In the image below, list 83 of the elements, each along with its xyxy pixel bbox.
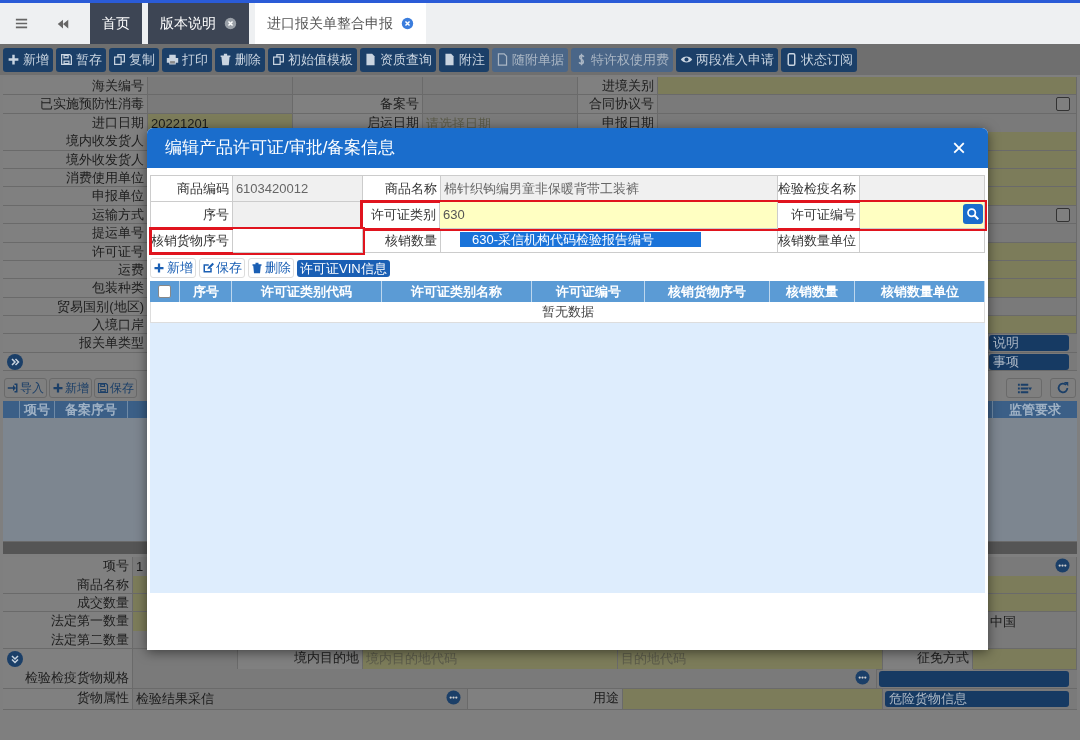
tab[interactable]: 首页 xyxy=(90,3,142,44)
tab[interactable]: 进口报关单整合申报 xyxy=(255,3,426,44)
eye-icon xyxy=(680,53,693,66)
dropdown-option[interactable]: 630-采信机构代码检验报告编号 xyxy=(460,232,701,247)
toolbar-button[interactable]: 许可证VIN信息 xyxy=(297,259,390,277)
input-field[interactable] xyxy=(623,689,883,710)
input-field[interactable] xyxy=(658,95,1077,114)
form-label: 境内收发货人 xyxy=(3,132,148,151)
toolbar-button[interactable]: 两段准入申请 xyxy=(676,47,778,72)
input-field[interactable]: 630 xyxy=(440,202,778,229)
button[interactable] xyxy=(879,670,1069,687)
form-label: 商品编码 xyxy=(151,176,233,202)
toolbar-button[interactable]: 初始值模板 xyxy=(268,47,357,72)
edit-icon xyxy=(202,262,214,274)
form-label: 提运单号 xyxy=(3,224,148,243)
save-icon xyxy=(60,53,73,66)
collapse-toggle-icon[interactable] xyxy=(7,650,23,667)
close-button[interactable]: × xyxy=(952,136,966,160)
form-label: 核销数量 xyxy=(363,229,441,253)
form-label: 进境关别 xyxy=(578,77,658,96)
toolbar-button[interactable]: 删除 xyxy=(248,258,294,278)
form-label: 用途 xyxy=(468,689,623,710)
trash-icon xyxy=(251,262,263,274)
form-label: 序号 xyxy=(151,202,233,229)
form-label: 备案号 xyxy=(293,95,423,114)
form-label: 检验检疫货物规格 xyxy=(3,669,133,690)
import-icon xyxy=(7,382,19,395)
form-label: 货物属性 xyxy=(3,689,133,710)
button[interactable]: 说明 xyxy=(989,335,1069,352)
form-label: 已实施预防性消毒 xyxy=(3,95,148,114)
input-field[interactable] xyxy=(133,669,877,690)
phone-icon xyxy=(785,53,798,66)
copy-icon xyxy=(272,53,285,66)
document-icon xyxy=(496,53,509,66)
form-label: 报关单类型 xyxy=(3,334,148,353)
list-view-button[interactable] xyxy=(1006,378,1042,399)
checkbox[interactable] xyxy=(1056,97,1070,112)
input-field[interactable]: 中国 xyxy=(987,612,1077,633)
search-icon xyxy=(966,207,980,221)
toolbar-button[interactable]: 新增 xyxy=(150,258,196,278)
toolbar-button[interactable]: 打印 xyxy=(162,47,212,72)
toolbar-button[interactable]: 资质查询 xyxy=(360,47,436,72)
input-field[interactable]: 检验结果采信 xyxy=(133,689,468,710)
form-label: 入境口岸 xyxy=(3,316,148,335)
plus-icon xyxy=(52,382,64,395)
document-icon xyxy=(443,53,456,66)
input-field[interactable] xyxy=(658,77,1077,96)
toolbar-button[interactable]: 删除 xyxy=(215,47,265,72)
expand-toggle-icon[interactable] xyxy=(7,353,23,370)
input-field[interactable] xyxy=(973,649,1077,670)
checkbox[interactable] xyxy=(158,285,171,298)
toolbar-button[interactable]: 暂存 xyxy=(56,47,106,72)
form-label: 合同协议号 xyxy=(578,95,658,114)
toolbar-button[interactable]: 保存 xyxy=(199,258,245,278)
button[interactable]: 危险货物信息 xyxy=(885,690,1069,707)
toolbar-button[interactable]: 新增 xyxy=(3,47,53,72)
plus-icon xyxy=(7,53,20,66)
form-label: 申报单位 xyxy=(3,187,148,206)
toolbar-button[interactable]: 附注 xyxy=(439,47,489,72)
form-label: 海关编号 xyxy=(3,77,148,96)
menu-icon xyxy=(13,16,29,31)
input-field[interactable]: 棉针织钩编男童非保暖背带工装裤 xyxy=(440,176,779,202)
checkbox[interactable] xyxy=(1056,207,1070,222)
refresh-icon xyxy=(1056,381,1070,396)
printer-icon xyxy=(166,53,179,66)
copy-icon xyxy=(113,53,126,66)
search-button[interactable] xyxy=(963,204,983,224)
document-icon xyxy=(364,53,377,66)
plus-icon xyxy=(153,262,165,274)
input-field[interactable] xyxy=(148,95,293,114)
form-label: 包装种类 xyxy=(3,279,148,298)
trash-icon xyxy=(219,53,232,66)
empty-message: 暂无数据 xyxy=(541,303,594,322)
button[interactable]: 事项 xyxy=(989,353,1069,370)
save-icon xyxy=(97,382,109,395)
form-label: 成交数量 xyxy=(3,594,133,613)
toolbar-button[interactable]: 复制 xyxy=(109,47,159,72)
toolbar-button[interactable]: 状态订阅 xyxy=(781,47,857,72)
form-label: 商品名称 xyxy=(362,176,441,202)
input-field[interactable]: 6103420012 xyxy=(232,176,363,202)
refresh-button[interactable] xyxy=(1050,378,1076,399)
tab[interactable]: 版本说明 xyxy=(148,3,249,44)
dialog-title: 编辑产品许可证/审批/备案信息 xyxy=(165,137,396,160)
